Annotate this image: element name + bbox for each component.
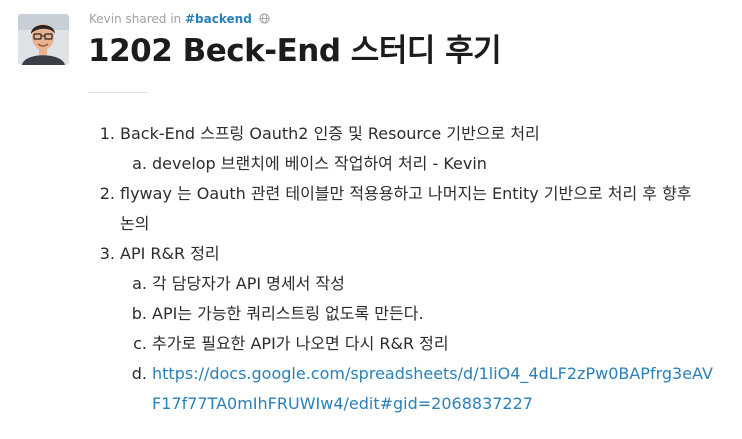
globe-icon (259, 12, 270, 28)
list-item: b. API는 가능한 쿼리스트링 없도록 만든다. (88, 299, 728, 329)
list-marker: a. (132, 154, 147, 173)
list-item-continuation: F17f77TA0mIhFRUWIw4/edit#gid=2068837227 (88, 389, 728, 419)
list-item-continuation: 논의 (88, 209, 728, 239)
list-item-text: 각 담당자가 API 명세서 작성 (152, 274, 345, 293)
list-item-text: API R&R 정리 (120, 244, 220, 263)
list-marker: c. (133, 334, 147, 353)
post-body: 1. Back-End 스프링 Oauth2 인증 및 Resource 기반으… (88, 119, 728, 419)
list-marker: d. (131, 364, 147, 383)
list-item-text: develop 브랜치에 베이스 작업하여 처리 - Kevin (152, 154, 487, 173)
avatar[interactable] (18, 14, 69, 65)
page-title: 1202 Beck-End 스터디 후기 (88, 33, 502, 69)
list-item: 2. flyway 는 Oauth 관련 테이블만 적용용하고 나머지는 Ent… (88, 179, 728, 209)
list-marker: 2. (99, 184, 115, 203)
spreadsheet-link[interactable]: https://docs.google.com/spreadsheets/d/1… (152, 364, 713, 383)
list-item: c. 추가로 필요한 API가 나오면 다시 R&R 정리 (88, 329, 728, 359)
list-marker: b. (131, 304, 147, 323)
list-marker: 1. (99, 124, 115, 143)
list-marker: 3. (99, 244, 115, 263)
author-name[interactable]: Kevin (89, 12, 122, 26)
list-item-text: 추가로 필요한 API가 나오면 다시 R&R 정리 (152, 334, 449, 353)
list-item: a. 각 담당자가 API 명세서 작성 (88, 269, 728, 299)
list-item-text: flyway 는 Oauth 관련 테이블만 적용용하고 나머지는 Entity… (120, 184, 692, 203)
list-item: d. https://docs.google.com/spreadsheets/… (88, 359, 728, 389)
list-item: 1. Back-End 스프링 Oauth2 인증 및 Resource 기반으… (88, 119, 728, 149)
user-avatar-icon (18, 14, 69, 65)
shared-text: shared in (125, 12, 182, 26)
title-divider (88, 92, 148, 93)
channel-link[interactable]: #backend (185, 12, 252, 26)
list-item: a. develop 브랜치에 베이스 작업하여 처리 - Kevin (88, 149, 728, 179)
list-item: 3. API R&R 정리 (88, 239, 728, 269)
list-item-text: Back-End 스프링 Oauth2 인증 및 Resource 기반으로 처… (120, 124, 540, 143)
spreadsheet-link-continued[interactable]: F17f77TA0mIhFRUWIw4/edit#gid=2068837227 (152, 394, 533, 413)
list-item-text: API는 가능한 쿼리스트링 없도록 만든다. (152, 304, 424, 323)
post-meta: Kevin shared in #backend (89, 11, 270, 28)
list-item-text: 논의 (120, 214, 150, 233)
list-marker: a. (132, 274, 147, 293)
